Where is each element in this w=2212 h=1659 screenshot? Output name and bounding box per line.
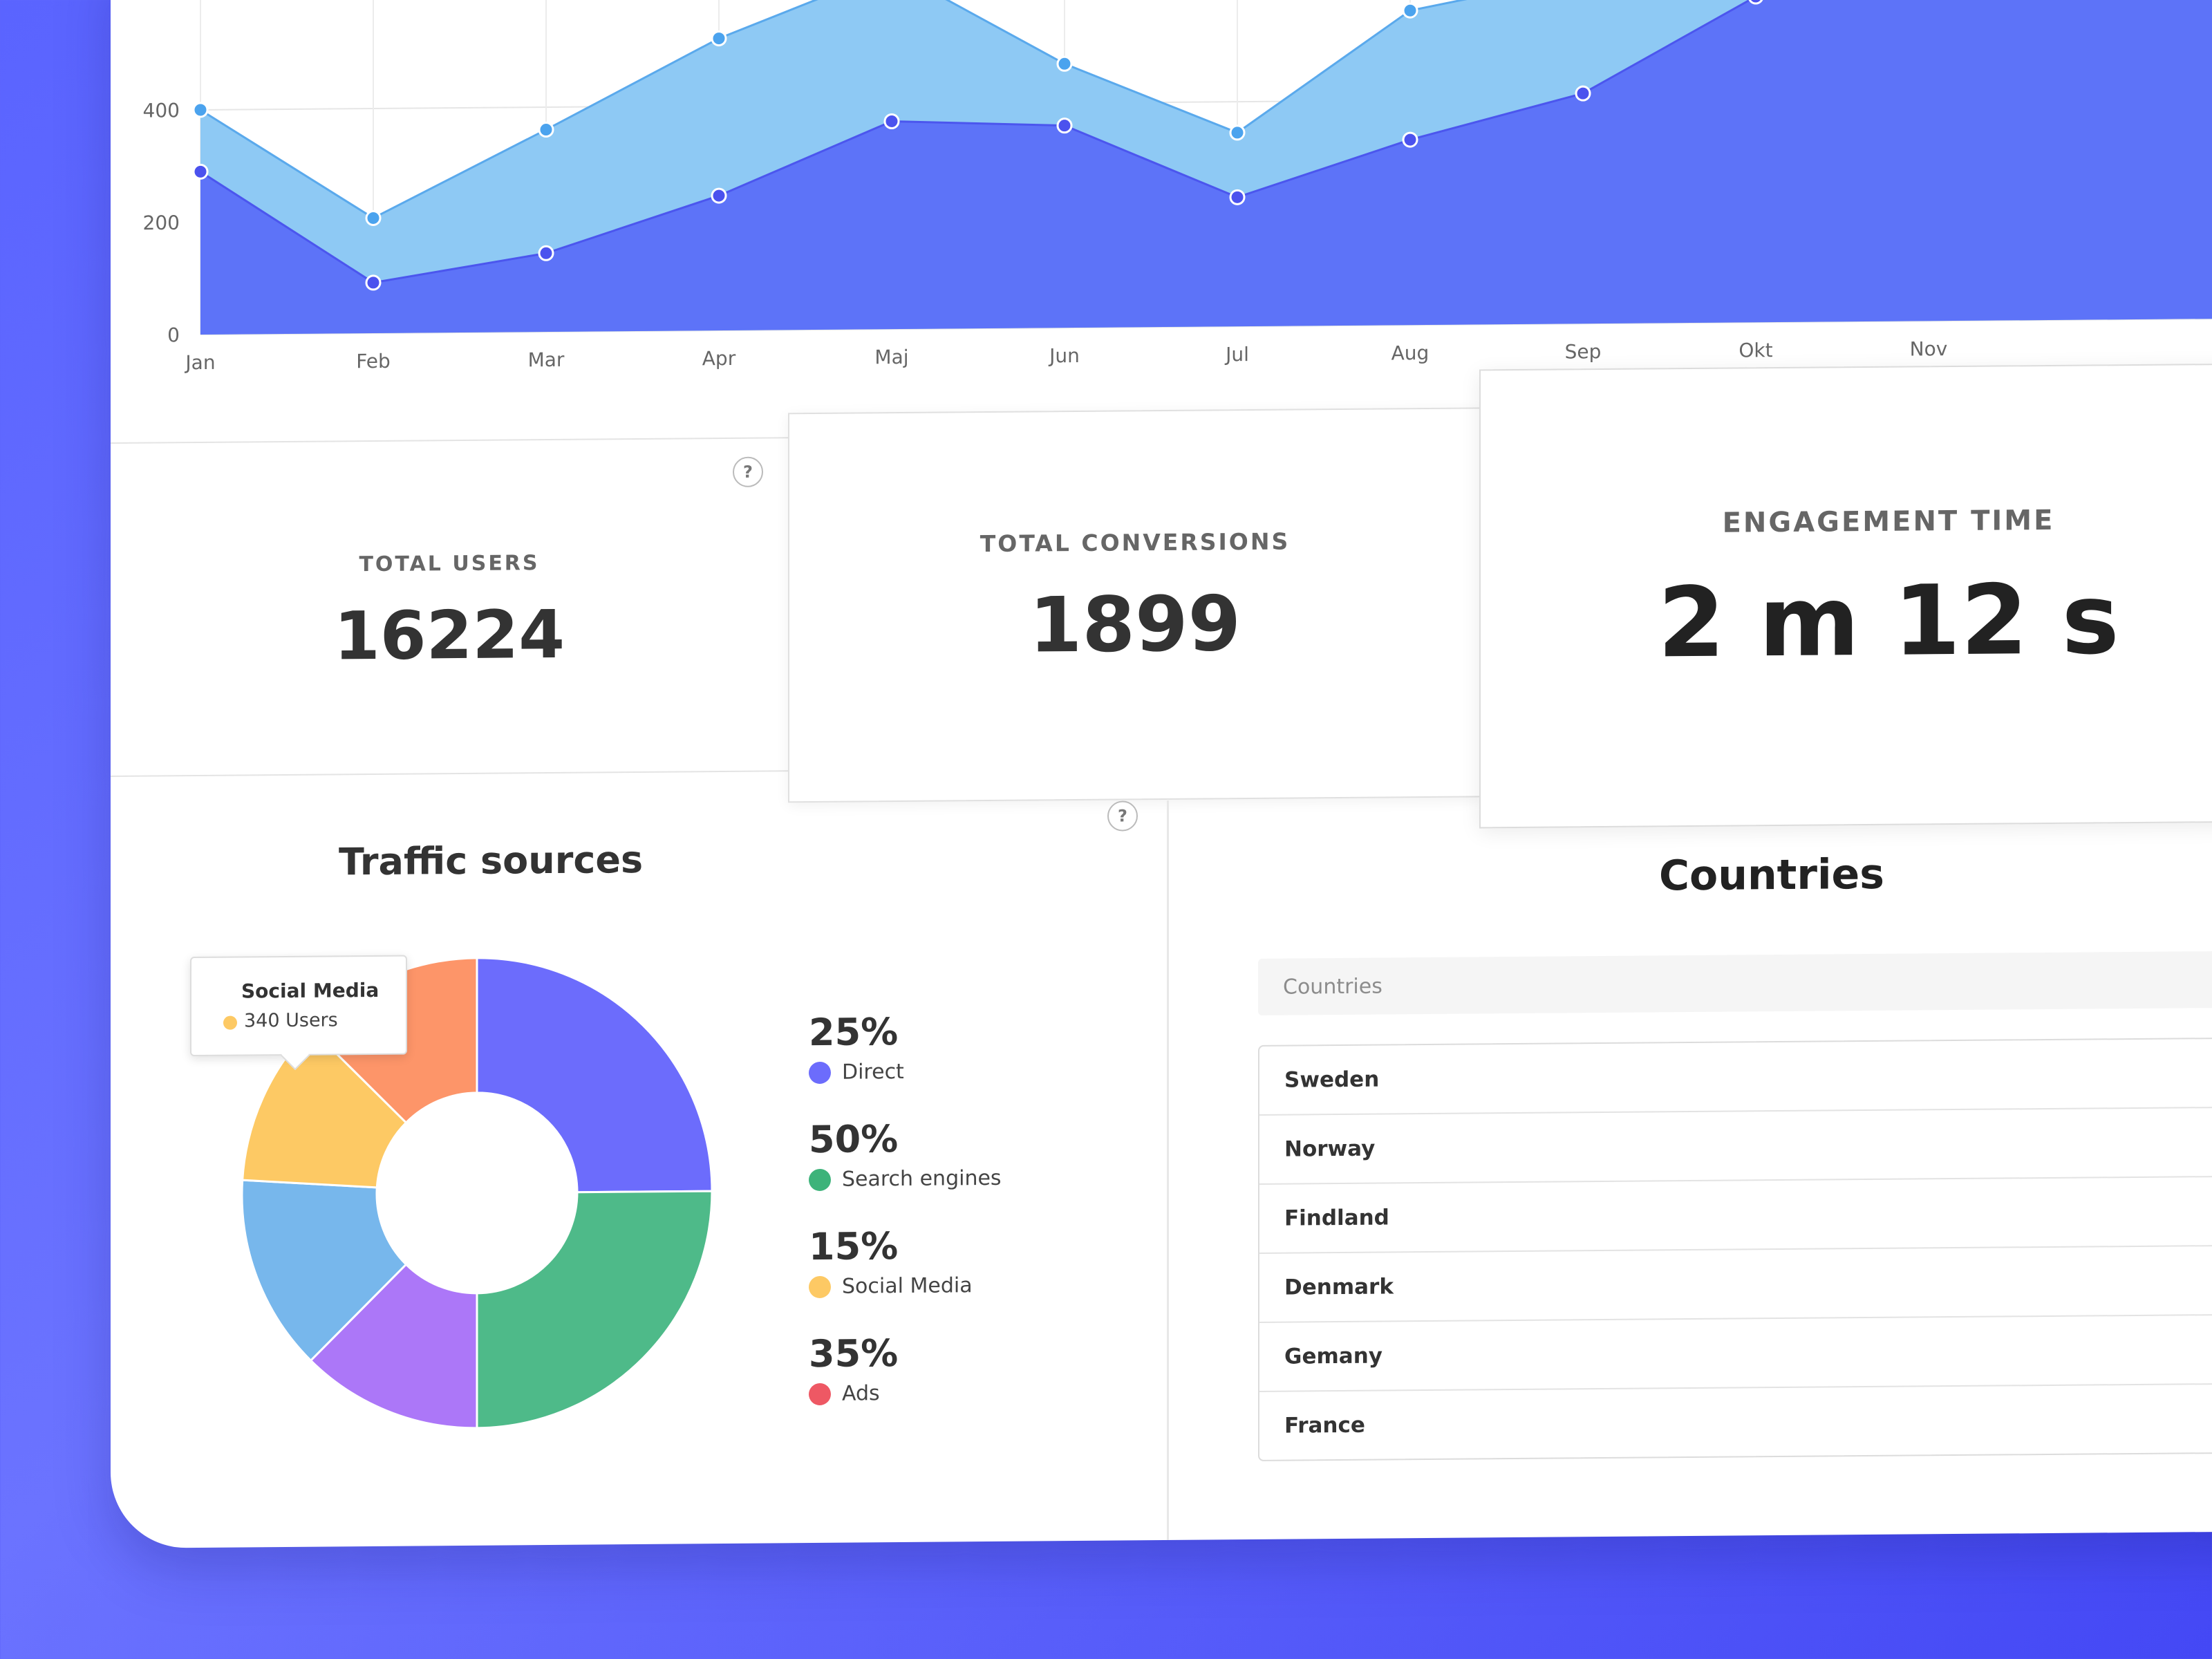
legend-item-search-engines: 50% Search engines [809,1116,1099,1225]
countries-panel: Countries Sweden Norway Findland Denmark… [1168,791,2212,1548]
x-tick-label: Aug [1391,341,1430,364]
data-point [538,245,554,261]
legend-percent: 50% [809,1117,899,1162]
x-tick-label: Feb [356,350,391,373]
stat-total-conversions: TOTAL CONVERSIONS 1899 [788,407,1482,803]
stat-label: TOTAL CONVERSIONS [980,527,1291,558]
country-row[interactable]: Denmark [1259,1246,2212,1323]
legend-dot [809,1275,831,1299]
x-tick-label: Sep [1565,340,1602,363]
stat-label: ENGAGEMENT TIME [1722,504,2055,539]
legend-name: Social Media [842,1273,973,1299]
area-chart-svg: 0 200 400 Jan Feb Mar Apr Maj Jun Jul Aug Sep Okt Nov [143,0,2212,374]
data-point [711,30,727,47]
data-point [192,102,209,118]
legend-dot [809,1382,831,1406]
legend-name: Search engines [842,1165,1002,1192]
country-row[interactable]: Findland [1259,1177,2212,1254]
countries-table: Sweden Norway Findland Denmark Gemany Fr… [1258,1037,2212,1461]
stat-total-users: TOTAL USERS 16224 [111,437,788,777]
x-tick-label: Jun [1048,344,1080,367]
data-point [365,274,382,291]
y-tick-label: 200 [143,212,180,234]
donut-segment[interactable] [476,956,713,1194]
countries-search-input[interactable] [1258,950,2212,1015]
stat-engagement-time: ENGAGEMENT TIME 2 m 12 s [1479,363,2212,829]
data-point [1229,189,1246,205]
country-row[interactable]: Gemany [1259,1315,2212,1392]
help-icon[interactable]: ? [733,456,763,487]
countries-title: Countries [1659,850,1884,901]
data-point [1402,2,1418,19]
stat-label: TOTAL USERS [359,551,540,577]
stat-value: 1899 [1029,579,1241,670]
country-row[interactable]: Sweden [1259,1038,2212,1116]
data-point [711,187,727,204]
x-tick-label: Nov [1910,337,1948,360]
stat-value: 2 m 12 s [1658,563,2119,680]
x-tick-label: Maj [874,346,908,368]
dashboard-card: 0 200 400 Jan Feb Mar Apr Maj Jun Jul Aug Sep Okt Nov… [111,0,2212,1549]
data-point [1229,124,1246,141]
legend-percent: 25% [809,1010,899,1055]
legend-name: Direct [842,1059,904,1085]
chart-tooltip: Social Media 340 Users [190,955,407,1057]
x-tick-label: Okt [1738,339,1772,362]
country-row[interactable]: France [1259,1384,2212,1460]
data-point [1056,118,1073,134]
tooltip-title: Social Media [241,978,379,1003]
data-point [365,209,382,226]
x-tick-label: Mar [528,348,565,371]
donut-segment[interactable] [476,1190,713,1430]
legend-item-direct: 25% Direct [809,1009,1099,1118]
tooltip-value: 340 Users [244,1009,338,1032]
data-point [538,122,554,138]
x-tick-label: Apr [702,347,736,370]
monthly-area-chart: 0 200 400 Jan Feb Mar Apr Maj Jun Jul Aug Sep Okt Nov [111,0,2212,401]
x-tick-label: Jan [184,351,215,374]
legend-dot [809,1168,831,1192]
country-row[interactable]: Norway [1259,1107,2212,1185]
y-tick-label: 0 [167,324,180,346]
stat-value: 16224 [334,595,565,675]
legend-dot [809,1061,831,1085]
data-point [883,113,900,130]
legend-name: Ads [842,1381,880,1406]
x-tick-label: Jul [1224,343,1249,366]
help-icon[interactable]: ? [1107,800,1138,832]
legend-percent: 15% [809,1224,899,1269]
legend-item-ads: 35% Ads [809,1330,1099,1439]
y-tick-label: 400 [143,99,180,122]
legend-item-social-media: 15% Social Media [809,1223,1099,1332]
legend-percent: 35% [809,1331,899,1376]
data-point [1056,55,1073,72]
data-point [1575,85,1591,102]
data-point [192,163,209,180]
traffic-legend: 25% Direct 50% Search engines 15% Social… [809,1009,1099,1439]
traffic-sources-title: Traffic sources [339,837,644,884]
tooltip-color-dot [223,1015,237,1030]
traffic-sources-panel: Traffic sources ? Social Media 340 Users… [111,800,1168,1548]
data-point [1402,131,1418,148]
